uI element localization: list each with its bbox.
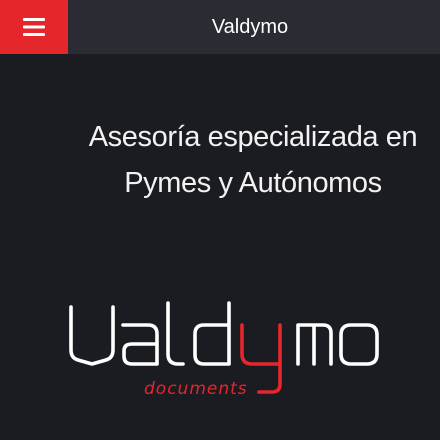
logo-letter-l bbox=[166, 301, 185, 366]
logo-letter-m bbox=[296, 323, 333, 366]
menu-button[interactable] bbox=[0, 0, 68, 54]
logo-letter-d bbox=[193, 301, 231, 366]
logo-letter-y bbox=[240, 323, 282, 394]
logo-subtitle: documents bbox=[144, 379, 248, 399]
top-bar: Valdymo bbox=[0, 0, 440, 54]
valdymo-logo: documents bbox=[69, 301, 379, 399]
hero-tagline: Asesoría especializada en Pymes y Autóno… bbox=[80, 114, 426, 206]
logo-letter-v bbox=[69, 305, 115, 366]
app-title: Valdymo bbox=[211, 16, 289, 38]
logo-letter-a bbox=[121, 323, 159, 366]
tagline-line-2: Pymes y Autónomos bbox=[124, 167, 382, 199]
tagline-line-1: Asesoría especializada en bbox=[88, 121, 418, 153]
hamburger-menu-icon bbox=[23, 18, 45, 36]
logo-letter-o bbox=[339, 323, 379, 366]
